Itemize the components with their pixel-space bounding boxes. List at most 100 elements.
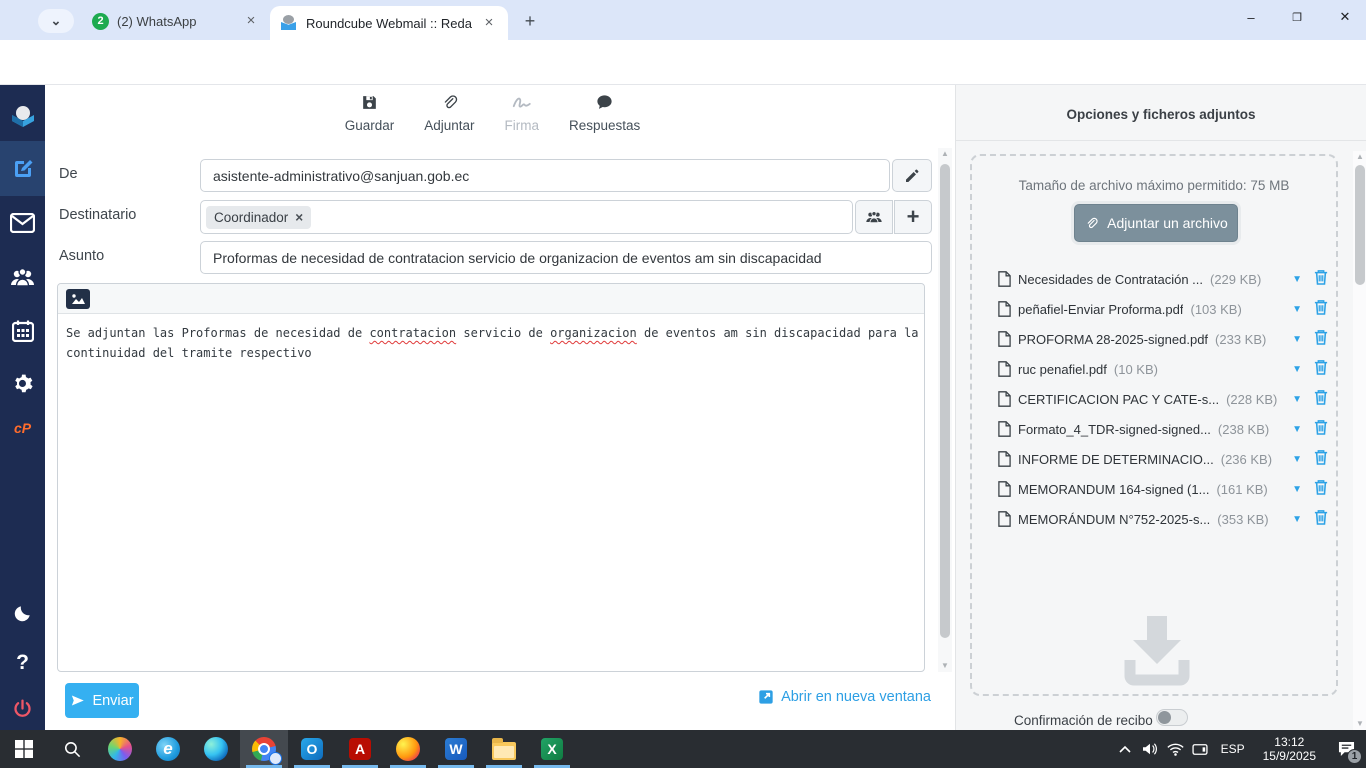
delete-file-icon[interactable] <box>1314 359 1328 380</box>
sidebar-item-dark-mode[interactable] <box>0 590 45 635</box>
taskbar-edge[interactable] <box>192 730 240 768</box>
scroll-down-icon[interactable]: ▼ <box>1353 718 1366 730</box>
notification-center-button[interactable]: 1 <box>1326 741 1366 757</box>
panel-scrollbar[interactable]: ▲ ▼ <box>1353 151 1366 730</box>
window-minimize-button[interactable]: – <box>1228 0 1274 34</box>
sidebar-item-calendar[interactable] <box>0 304 45 358</box>
attachment-row[interactable]: Formato_4_TDR-signed-signed... (238 KB) … <box>998 414 1328 444</box>
receipt-toggle[interactable] <box>1156 709 1188 726</box>
language-indicator[interactable]: ESP <box>1213 742 1253 756</box>
file-size: (233 KB) <box>1215 332 1266 347</box>
sidebar-item-contacts[interactable] <box>0 250 45 304</box>
delete-file-icon[interactable] <box>1314 299 1328 320</box>
sidebar-item-help[interactable]: ? <box>0 640 45 685</box>
to-input[interactable]: Coordinador × <box>200 200 853 234</box>
attachment-row[interactable]: peñafiel-Enviar Proforma.pdf (103 KB) ▼ <box>998 294 1328 324</box>
sidebar-item-mail[interactable] <box>0 196 45 250</box>
attachment-row[interactable]: Necesidades de Contratación ... (229 KB)… <box>998 264 1328 294</box>
add-recipient-button[interactable]: + <box>894 200 932 234</box>
delete-file-icon[interactable] <box>1314 509 1328 530</box>
file-menu-icon[interactable]: ▼ <box>1292 274 1302 285</box>
taskbar-firefox[interactable] <box>384 730 432 768</box>
sidebar-item-settings[interactable] <box>0 358 45 408</box>
edit-identity-button[interactable] <box>892 159 932 192</box>
delete-file-icon[interactable] <box>1314 479 1328 500</box>
from-value: asistente-administrativo@sanjuan.gob.ec <box>213 168 469 184</box>
scroll-up-icon[interactable]: ▲ <box>938 148 952 160</box>
wifi-icon[interactable] <box>1163 743 1188 756</box>
from-label: De <box>59 166 78 182</box>
taskbar-acrobat[interactable]: A <box>336 730 384 768</box>
sidebar-item-logout[interactable] <box>0 687 45 729</box>
file-menu-icon[interactable]: ▼ <box>1292 364 1302 375</box>
subject-label: Asunto <box>59 248 104 264</box>
pdf-file-icon <box>998 421 1011 437</box>
sidebar-item-cpanel[interactable]: cP <box>0 408 45 448</box>
attachment-row[interactable]: INFORME DE DETERMINACIO... (236 KB) ▼ <box>998 444 1328 474</box>
file-menu-icon[interactable]: ▼ <box>1292 454 1302 465</box>
file-menu-icon[interactable]: ▼ <box>1292 304 1302 315</box>
tab-roundcube[interactable]: Roundcube Webmail :: Redactar × <box>270 6 508 40</box>
save-button[interactable]: Guardar <box>345 93 395 133</box>
taskbar-outlook[interactable]: O <box>288 730 336 768</box>
attach-button[interactable]: Adjuntar <box>424 93 474 133</box>
attachment-row[interactable]: MEMORANDUM 164-signed (1... (161 KB) ▼ <box>998 474 1328 504</box>
close-icon[interactable]: × <box>480 14 498 32</box>
attachment-row[interactable]: PROFORMA 28-2025-signed.pdf (233 KB) ▼ <box>998 324 1328 354</box>
delete-file-icon[interactable] <box>1314 419 1328 440</box>
delete-file-icon[interactable] <box>1314 449 1328 470</box>
attachment-row[interactable]: MEMORÁNDUM N°752-2025-s... (353 KB) ▼ <box>998 504 1328 534</box>
subject-input[interactable]: Proformas de necesidad de contratacion s… <box>200 241 932 274</box>
tab-search-button[interactable]: ⌄ <box>38 9 74 33</box>
tab-whatsapp[interactable]: 2 (2) WhatsApp × <box>82 8 270 34</box>
volume-icon[interactable] <box>1138 742 1163 756</box>
open-new-window-link[interactable]: Abrir en nueva ventana <box>758 689 931 705</box>
taskbar-word[interactable]: W <box>432 730 480 768</box>
scrollbar-thumb[interactable] <box>940 164 950 638</box>
new-tab-button[interactable]: + <box>518 9 542 33</box>
tab-title: Roundcube Webmail :: Redactar <box>306 16 472 31</box>
attachment-row[interactable]: CERTIFICACION PAC Y CATE-s... (228 KB) ▼ <box>998 384 1328 414</box>
insert-image-button[interactable] <box>66 289 90 309</box>
start-button[interactable] <box>0 730 48 768</box>
compose-scrollbar[interactable]: ▲ ▼ <box>938 148 952 672</box>
sidebar-item-compose[interactable] <box>0 141 45 196</box>
signature-button[interactable]: Firma <box>505 93 540 133</box>
file-menu-icon[interactable]: ▼ <box>1292 514 1302 525</box>
message-body[interactable]: Se adjuntan las Proformas de necesidad d… <box>58 314 924 363</box>
screen-cast-icon[interactable] <box>1188 743 1213 756</box>
scroll-down-icon[interactable]: ▼ <box>938 660 952 672</box>
window-close-button[interactable]: ✕ <box>1322 0 1366 34</box>
message-editor[interactable]: Se adjuntan las Proformas de necesidad d… <box>57 283 925 672</box>
taskbar-clock[interactable]: 13:12 15/9/2025 <box>1253 735 1326 763</box>
taskbar-file-explorer[interactable] <box>480 730 528 768</box>
address-book-button[interactable] <box>855 200 893 234</box>
scrollbar-thumb[interactable] <box>1355 165 1365 285</box>
taskbar-internet-explorer[interactable]: e <box>144 730 192 768</box>
file-menu-icon[interactable]: ▼ <box>1292 334 1302 345</box>
taskbar-excel[interactable]: X <box>528 730 576 768</box>
file-menu-icon[interactable]: ▼ <box>1292 484 1302 495</box>
delete-file-icon[interactable] <box>1314 329 1328 350</box>
close-icon[interactable]: × <box>242 12 260 30</box>
delete-file-icon[interactable] <box>1314 269 1328 290</box>
window-restore-button[interactable]: ❐ <box>1274 0 1320 34</box>
responses-button[interactable]: Respuestas <box>569 93 640 133</box>
send-button[interactable]: Enviar <box>65 683 139 718</box>
attach-file-button[interactable]: Adjuntar un archivo <box>1074 204 1238 242</box>
delete-file-icon[interactable] <box>1314 389 1328 410</box>
file-menu-icon[interactable]: ▼ <box>1292 394 1302 405</box>
attachment-row[interactable]: ruc penafiel.pdf (10 KB) ▼ <box>998 354 1328 384</box>
open-new-window-label: Abrir en nueva ventana <box>781 689 931 705</box>
scroll-up-icon[interactable]: ▲ <box>1353 151 1366 163</box>
paperclip-icon <box>1084 216 1099 231</box>
taskbar-copilot[interactable] <box>96 730 144 768</box>
file-menu-icon[interactable]: ▼ <box>1292 424 1302 435</box>
taskbar-search-button[interactable] <box>48 730 96 768</box>
from-input[interactable]: asistente-administrativo@sanjuan.gob.ec <box>200 159 890 192</box>
chip-remove-icon[interactable]: × <box>295 210 303 225</box>
taskbar-chrome[interactable] <box>240 730 288 768</box>
tray-chevron-icon[interactable] <box>1113 745 1138 753</box>
recipient-chip[interactable]: Coordinador × <box>206 206 311 229</box>
attachments-dropzone[interactable]: Tamaño de archivo máximo permitido: 75 M… <box>970 154 1338 696</box>
